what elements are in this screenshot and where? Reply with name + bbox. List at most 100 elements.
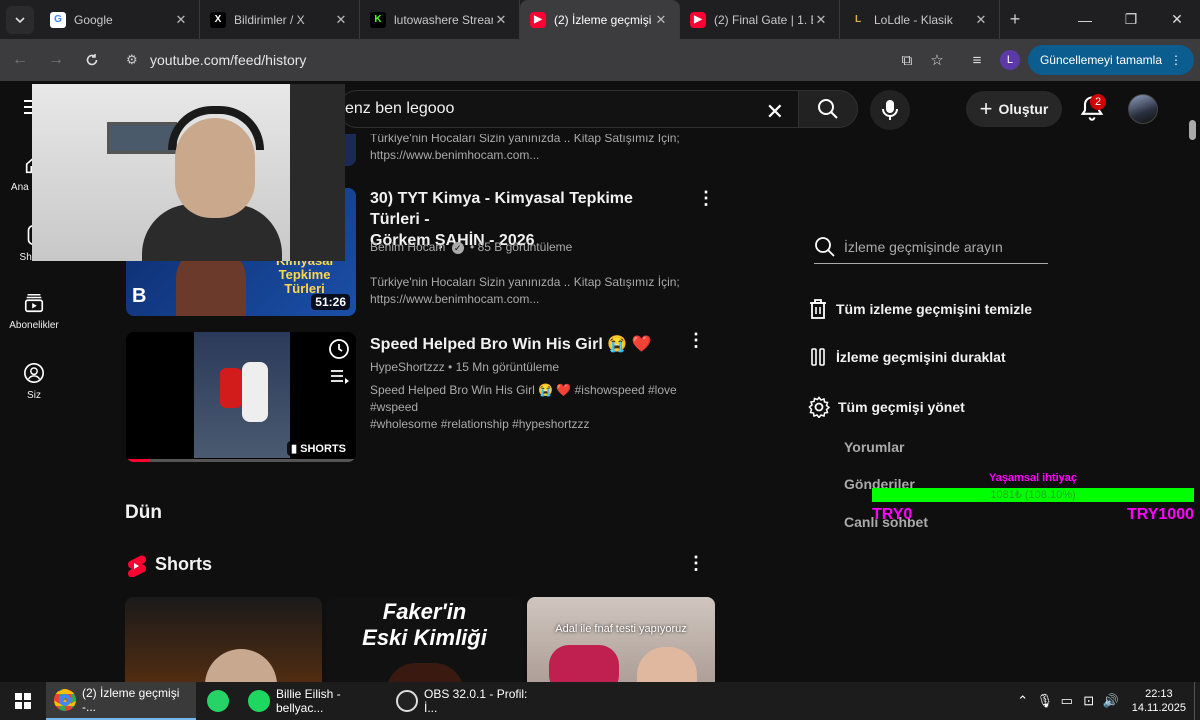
- voice-search-button[interactable]: [870, 90, 910, 130]
- tab-loldle[interactable]: L LoLdle - Klasik ✕: [840, 0, 1000, 39]
- notification-count-badge: 2: [1090, 94, 1106, 110]
- clear-history-button[interactable]: Tüm izleme geçmişini temizle: [808, 298, 1032, 320]
- youtube-icon: ▶: [690, 11, 706, 28]
- tab-search-button[interactable]: [6, 5, 34, 34]
- windows-logo-icon: [15, 693, 31, 709]
- reading-list-icon[interactable]: ≡: [962, 52, 992, 69]
- thumbnail-person: [242, 362, 268, 422]
- obs-icon: [396, 690, 418, 712]
- clear-search-icon[interactable]: ✕: [766, 99, 784, 125]
- shorts-more-icon[interactable]: ⋮: [686, 554, 706, 575]
- taskbar-chrome[interactable]: (2) İzleme geçmişi -...: [46, 682, 196, 720]
- video-duration: 51:26: [311, 294, 350, 310]
- close-icon[interactable]: ✕: [653, 12, 669, 28]
- chevron-up-icon[interactable]: ⌃: [1012, 693, 1034, 709]
- site-info-icon[interactable]: ⚙: [126, 52, 150, 68]
- page-scrollbar[interactable]: [1186, 120, 1198, 680]
- start-button[interactable]: [0, 693, 46, 709]
- channel-name[interactable]: Benim Hocam: [370, 240, 445, 254]
- tab-x-notifications[interactable]: X Bildirimler / X ✕: [200, 0, 360, 39]
- taskbar-spotify[interactable]: Billie Eilish - bellyac...: [240, 682, 388, 720]
- thumbnail-scene: [194, 332, 290, 458]
- back-button[interactable]: ←: [4, 44, 36, 76]
- search-icon: [815, 236, 835, 257]
- install-app-icon[interactable]: ⧉: [892, 52, 922, 69]
- restore-icon[interactable]: ❐: [1108, 0, 1154, 39]
- reload-button[interactable]: [76, 44, 108, 76]
- search-button[interactable]: [798, 90, 858, 128]
- loldle-icon: L: [854, 14, 862, 25]
- goal-title: Yaşamsal ihtiyaç: [988, 472, 1078, 484]
- microphone-icon: [882, 100, 898, 120]
- pause-history-button[interactable]: İzleme geçmişini duraklat: [808, 347, 1006, 367]
- video-title[interactable]: Speed Helped Bro Win His Girl 😭 ❤️: [370, 334, 690, 355]
- microphone-icon[interactable]: 🎙: [1034, 693, 1056, 709]
- close-icon[interactable]: ✕: [493, 12, 509, 28]
- kick-icon: K: [370, 11, 386, 28]
- shorts-heading: Shorts: [155, 554, 213, 574]
- spotify-icon: [248, 690, 270, 712]
- close-icon[interactable]: ✕: [973, 12, 989, 28]
- url-field[interactable]: ⚙ youtube.com/feed/history: [116, 44, 876, 76]
- add-to-queue-icon[interactable]: [330, 368, 350, 386]
- show-desktop-button[interactable]: [1194, 682, 1200, 720]
- channel-logo-icon: B: [132, 285, 147, 307]
- forward-button[interactable]: →: [40, 44, 72, 76]
- search-input[interactable]: enz ben legooo ✕: [338, 90, 798, 128]
- sidebar-item-subscriptions[interactable]: Abonelikler: [0, 292, 68, 331]
- bookmark-star-icon[interactable]: ☆: [922, 51, 952, 69]
- new-tab-button[interactable]: +: [1000, 9, 1030, 30]
- toolbar-actions: ⧉ ☆ ≡ L Güncellemeyi tamamla ⋮: [892, 39, 1200, 81]
- taskbar-obs[interactable]: OBS 32.0.1 - Profil: İ...: [388, 682, 536, 720]
- close-window-icon[interactable]: ✕: [1154, 0, 1200, 39]
- browser-tab-strip: G Google ✕ X Bildirimler / X ✕ K lutowas…: [0, 0, 1200, 39]
- channel-name[interactable]: HypeShortzzz: [370, 360, 445, 374]
- watch-later-icon[interactable]: [328, 338, 350, 360]
- more-actions-icon[interactable]: ⋮: [696, 189, 716, 210]
- minimize-icon[interactable]: —: [1062, 0, 1108, 39]
- short-card[interactable]: Faker'in Eski Kimliği: [326, 597, 523, 682]
- tab-google[interactable]: G Google ✕: [40, 0, 200, 39]
- tab-watch-history[interactable]: ▶ (2) İzleme geçmişi ✕: [520, 0, 680, 39]
- profile-avatar[interactable]: L: [999, 50, 1020, 70]
- system-tray: ⌃ 🎙 ▭ ⊡ 🔊 22:13 14.11.2025: [1012, 682, 1200, 720]
- manage-comments-link[interactable]: Yorumlar: [844, 439, 904, 455]
- network-icon[interactable]: ⊡: [1078, 693, 1100, 709]
- battery-icon[interactable]: ▭: [1056, 693, 1078, 709]
- scrollbar-thumb[interactable]: [1189, 120, 1196, 140]
- volume-icon[interactable]: 🔊: [1100, 693, 1122, 709]
- watch-progress-fill: [126, 459, 149, 462]
- close-icon[interactable]: ✕: [173, 12, 189, 28]
- view-count: 85 B görüntüleme: [477, 240, 573, 254]
- video-description: Türkiye'nin Hocaları Sizin yanınızda .. …: [370, 275, 680, 306]
- history-search-input[interactable]: İzleme geçmişinde arayın: [814, 230, 1048, 264]
- shorts-logo-icon: [127, 555, 146, 577]
- reload-icon: [86, 54, 98, 66]
- short-thumbnail-person: [205, 649, 277, 682]
- create-button[interactable]: + Oluştur: [966, 91, 1062, 127]
- sidebar-item-you[interactable]: Siz: [0, 362, 68, 401]
- search-icon: [818, 99, 838, 119]
- more-actions-icon[interactable]: ⋮: [686, 331, 706, 352]
- short-thumbnail-person: [386, 663, 464, 682]
- manage-history-button[interactable]: Tüm geçmişi yönet: [808, 396, 965, 418]
- shorts-badge: ▮ SHORTS: [287, 441, 350, 456]
- close-icon[interactable]: ✕: [333, 12, 349, 28]
- update-button[interactable]: Güncellemeyi tamamla ⋮: [1027, 45, 1194, 75]
- video-meta: Benim Hocam ✓ • 85 B görüntüleme: [370, 240, 573, 254]
- close-icon[interactable]: ✕: [813, 12, 829, 28]
- subscriptions-icon: [24, 294, 44, 313]
- short-thumbnail-person: [637, 647, 697, 682]
- short-card[interactable]: [125, 597, 322, 682]
- account-avatar[interactable]: [1128, 94, 1158, 124]
- watch-progress-track: [126, 459, 356, 462]
- tab-kick-stream[interactable]: K lutowashere Stream ✕: [360, 0, 520, 39]
- chrome-icon: [54, 689, 76, 711]
- video-thumbnail[interactable]: ▮ SHORTS: [126, 332, 356, 462]
- taskbar-whatsapp[interactable]: [196, 682, 240, 720]
- doorframe: [290, 84, 345, 261]
- tab-final-gate[interactable]: ▶ (2) Final Gate | 1. B ✕: [680, 0, 840, 39]
- pause-icon: [811, 348, 825, 366]
- short-card[interactable]: Adal ile fnaf testi yapıyoruz: [527, 597, 715, 682]
- system-clock[interactable]: 22:13 14.11.2025: [1122, 687, 1194, 715]
